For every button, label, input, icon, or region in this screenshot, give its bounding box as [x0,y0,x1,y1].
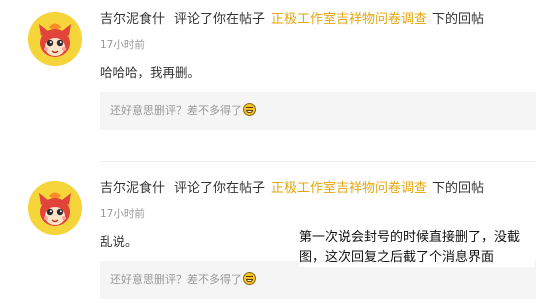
post-topic-link[interactable]: 正极工作室吉祥物问卷调查 [271,12,427,27]
notification-header: 吉尔泥食什 评论了你在帖子 正极工作室吉祥物问卷调查 下的回帖 [100,180,484,198]
divider [100,161,536,162]
comment-content: 哈哈哈，我再删。 [100,65,201,80]
comment-content: 乱说。 [100,234,138,249]
quoted-reply-text: 还好意思删评？差不多得了 [110,273,242,286]
grinning-sweat-emoji-icon [243,103,256,116]
quoted-reply[interactable]: 还好意思删评？差不多得了 [100,92,536,130]
overlay-caption: 第一次说会封号的时候直接删了，没截图，这次回复之后截了个消息界面 [299,228,535,267]
action-text: 评论了你在帖子 [174,181,266,196]
grinning-sweat-emoji-icon [243,272,256,285]
suffix-text: 下的回帖 [432,181,485,196]
mascot-avatar-icon [28,12,82,66]
quoted-reply-line: 还好意思删评？差不多得了 [110,272,256,288]
mascot-avatar-icon [28,181,82,235]
notification-item[interactable]: 吉尔泥食什 评论了你在帖子 正极工作室吉祥物问卷调查 下的回帖 17小时前 哈哈哈，我… [0,0,536,138]
post-topic-link[interactable]: 正极工作室吉祥物问卷调查 [271,181,427,196]
quoted-reply-text: 还好意思删评？差不多得了 [110,104,242,117]
avatar[interactable] [28,12,82,66]
quoted-reply-line: 还好意思删评？差不多得了 [110,103,256,119]
suffix-text: 下的回帖 [432,12,485,27]
action-text: 评论了你在帖子 [174,12,266,27]
timestamp: 17小时前 [100,39,145,51]
user-name-link[interactable]: 吉尔泥食什 [100,12,165,27]
avatar[interactable] [28,181,82,235]
user-name-link[interactable]: 吉尔泥食什 [100,181,165,196]
timestamp: 17小时前 [100,208,145,220]
notification-header: 吉尔泥食什 评论了你在帖子 正极工作室吉祥物问卷调查 下的回帖 [100,11,484,29]
